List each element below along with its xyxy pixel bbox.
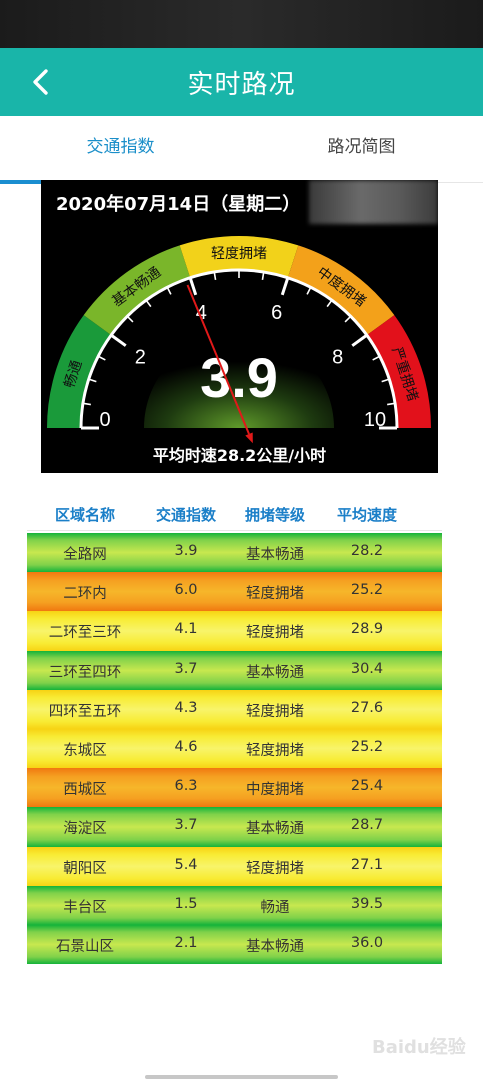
gauge-tick-label: 0 (99, 409, 110, 431)
gauge-date: 2020年07月14日（星期二） (56, 194, 301, 215)
cell-average-speed: 28.7 (350, 817, 384, 834)
tab-bar: 交通指数 路况简图 (0, 116, 483, 184)
cell-congestion-level: 基本畅通 (246, 664, 304, 681)
header-traffic-index: 交通指数 (155, 506, 216, 524)
table-row: 海淀区 3.7 基本畅通 28.7 (27, 807, 442, 847)
cell-congestion-level: 轻度拥堵 (246, 860, 304, 877)
traffic-table: 全路网 3.9 基本畅通 28.2 二环内 6.0 轻度拥堵 25.2 二环至三环 4.1 轻度拥堵… (27, 533, 442, 965)
gauge-minor-tick (97, 355, 106, 361)
app-header: 实时路况 (0, 48, 483, 116)
status-bar (0, 0, 483, 48)
cell-area-name: 全路网 (63, 547, 107, 563)
cell-area-name: 海淀区 (63, 821, 107, 838)
header-average-speed: 平均速度 (336, 506, 397, 524)
cell-area-name: 朝阳区 (63, 860, 107, 877)
redacted-region (309, 180, 438, 224)
cell-average-speed: 30.4 (350, 660, 384, 677)
table-row: 东城区 4.6 轻度拥堵 25.2 (27, 728, 442, 769)
gauge-minor-tick (145, 299, 152, 308)
gauge-minor-tick (344, 315, 352, 323)
cell-area-name: 石景山区 (56, 938, 114, 955)
gauge-major-tick (351, 333, 368, 347)
cell-congestion-level: 基本畅通 (246, 938, 304, 955)
cell-average-speed: 39.5 (350, 895, 384, 912)
tab-road-map[interactable]: 路况简图 (241, 132, 482, 157)
table-row: 丰台区 1.5 畅通 39.5 (27, 885, 442, 925)
cell-congestion-level: 轻度拥堵 (246, 742, 304, 759)
cell-area-name: 东城区 (63, 742, 107, 759)
cell-congestion-level: 轻度拥堵 (246, 703, 304, 720)
average-speed: 平均时速28.2公里/小时 (152, 446, 327, 465)
cell-traffic-index: 4.6 (174, 738, 198, 755)
cell-area-name: 二环内 (63, 586, 107, 603)
watermark: Baidu经验 (372, 1037, 466, 1058)
gauge-minor-tick (326, 299, 333, 308)
gauge-tick-label: 6 (271, 302, 282, 324)
cell-traffic-index: 4.1 (174, 621, 198, 638)
page-title: 实时路况 (187, 70, 296, 100)
cell-area-name: 二环至三环 (48, 625, 122, 642)
cell-traffic-index: 6.3 (174, 778, 198, 795)
cell-area-name: 三环至四环 (48, 664, 122, 681)
cell-average-speed: 25.2 (350, 738, 384, 755)
cell-traffic-index: 2.1 (174, 934, 198, 951)
gauge-minor-tick (372, 355, 381, 361)
cell-congestion-level: 轻度拥堵 (246, 625, 304, 642)
gauge-tick-label: 8 (332, 346, 343, 368)
cell-average-speed: 36.0 (350, 934, 384, 951)
table-header: 区域名称 交通指数 拥堵等级 平均速度 (27, 500, 442, 530)
gauge-tick-label: 10 (364, 409, 386, 431)
cell-area-name: 四环至五环 (48, 703, 122, 720)
cell-traffic-index: 5.4 (174, 856, 198, 873)
header-area-name: 区域名称 (54, 506, 115, 524)
header-congestion-level: 拥堵等级 (244, 506, 305, 524)
cell-average-speed: 28.2 (350, 543, 384, 559)
cell-traffic-index: 3.7 (174, 817, 198, 834)
gauge-tick-label: 2 (135, 346, 146, 368)
table-row: 四环至五环 4.3 轻度拥堵 27.6 (27, 689, 442, 729)
traffic-gauge-panel: 0 2 4 6 8 10 畅通 基本畅通 轻度拥堵 中度拥堵 严重拥堵 3.9 2020年07月1… (41, 180, 438, 473)
table-row: 全路网 3.9 基本畅通 28.2 (27, 533, 442, 573)
cell-average-speed: 27.6 (350, 699, 384, 716)
cell-average-speed: 28.9 (350, 621, 384, 638)
table-row: 朝阳区 5.4 轻度拥堵 27.1 (27, 846, 442, 886)
cell-traffic-index: 1.5 (174, 895, 198, 912)
home-indicator[interactable] (145, 1075, 338, 1079)
table-row: 西城区 6.3 中度拥堵 25.4 (27, 768, 442, 808)
cell-average-speed: 25.4 (350, 778, 384, 795)
cell-congestion-level: 轻度拥堵 (246, 586, 304, 603)
table-row: 石景山区 2.1 基本畅通 36.0 (27, 924, 442, 965)
gauge-minor-tick (126, 315, 134, 323)
cell-area-name: 丰台区 (63, 899, 107, 916)
gauge-value: 3.9 (200, 346, 278, 409)
table-header-divider (27, 530, 442, 531)
cell-traffic-index: 6.0 (174, 582, 198, 599)
cell-congestion-level: 畅通 (260, 899, 290, 916)
cell-congestion-level: 中度拥堵 (246, 782, 304, 799)
gauge-minor-tick (166, 286, 172, 295)
cell-average-speed: 27.1 (350, 856, 384, 873)
cell-traffic-index: 3.9 (174, 543, 198, 559)
cell-area-name: 西城区 (63, 782, 107, 799)
cell-congestion-level: 基本畅通 (246, 821, 304, 838)
cell-traffic-index: 3.7 (174, 660, 198, 677)
table-row: 二环内 6.0 轻度拥堵 25.2 (27, 572, 442, 612)
gauge-major-tick (280, 277, 290, 296)
table-row: 三环至四环 3.7 基本畅通 30.4 (27, 650, 442, 690)
gauge-major-tick (110, 333, 127, 347)
gauge-band-label: 轻度拥堵 (211, 246, 267, 262)
table-row: 二环至三环 4.1 轻度拥堵 28.9 (27, 611, 442, 651)
gauge-minor-tick (306, 286, 312, 295)
cell-traffic-index: 4.3 (174, 699, 198, 716)
tab-traffic-index[interactable]: 交通指数 (0, 132, 241, 157)
cell-average-speed: 25.2 (350, 582, 384, 599)
cell-congestion-level: 基本畅通 (246, 547, 304, 563)
